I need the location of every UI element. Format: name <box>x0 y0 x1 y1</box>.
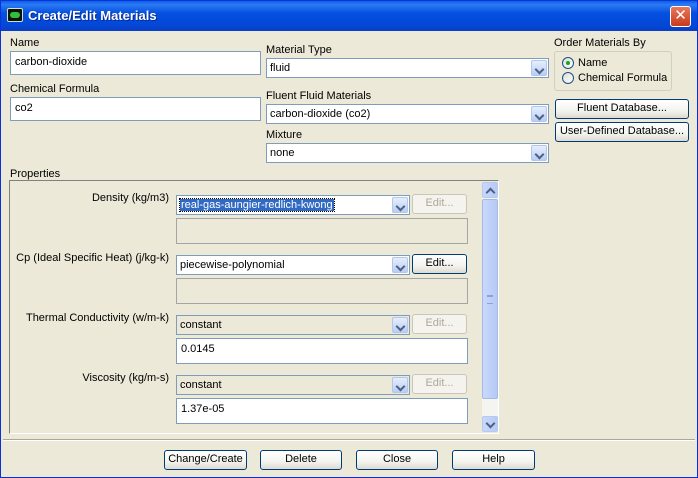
density-method-value: real-gas-aungier-redlich-kwong <box>179 198 335 212</box>
cp-value-field <box>176 278 468 304</box>
density-label: Density (kg/m3) <box>91 192 169 204</box>
fluent-fluid-materials-value: carbon-dioxide (co2) <box>270 108 371 120</box>
thermal-conductivity-edit-button[interactable]: Edit... <box>412 314 467 334</box>
viscosity-value-input[interactable]: 1.37e-05 <box>176 398 468 424</box>
close-window-button[interactable]: ✕ <box>670 6 691 27</box>
cp-edit-button[interactable]: Edit... <box>412 254 467 274</box>
scrollbar-thumb[interactable] <box>482 199 498 399</box>
thermal-conductivity-method-select[interactable]: constant <box>176 315 410 335</box>
materials-dialog: Create/Edit Materials ✕ Name carbon-diox… <box>0 0 698 478</box>
density-method-select[interactable]: real-gas-aungier-redlich-kwong <box>176 195 410 215</box>
chevron-down-icon[interactable] <box>531 106 547 122</box>
chevron-down-icon[interactable] <box>392 197 408 213</box>
viscosity-edit-button[interactable]: Edit... <box>412 374 467 394</box>
window-title: Create/Edit Materials <box>28 8 157 23</box>
name-label: Name <box>10 37 40 49</box>
thermal-conductivity-method-value: constant <box>180 319 222 331</box>
fluent-app-icon <box>7 8 23 22</box>
order-by-group <box>554 51 672 91</box>
properties-label: Properties <box>10 168 61 180</box>
material-type-label: Material Type <box>266 44 332 56</box>
thermal-conductivity-value-input[interactable]: 0.0145 <box>176 338 468 364</box>
material-type-select[interactable]: fluid <box>266 58 549 78</box>
scroll-up-arrow-icon[interactable] <box>482 182 498 198</box>
chevron-down-icon[interactable] <box>531 60 547 76</box>
viscosity-method-value: constant <box>180 379 222 391</box>
change-create-button[interactable]: Change/Create <box>164 450 247 470</box>
chevron-down-icon[interactable] <box>392 257 408 273</box>
order-by-name-radio[interactable] <box>562 57 574 69</box>
order-by-formula-label[interactable]: Chemical Formula <box>578 72 667 84</box>
cp-label: Cp (Ideal Specific Heat) (j/kg-k) <box>16 252 169 264</box>
density-value-field <box>176 218 468 244</box>
chevron-down-icon[interactable] <box>392 317 408 333</box>
order-by-formula-radio[interactable] <box>562 72 574 84</box>
properties-scrollbar[interactable] <box>482 182 498 432</box>
chevron-down-icon[interactable] <box>392 377 408 393</box>
chemical-formula-input[interactable]: co2 <box>10 97 261 121</box>
name-input[interactable]: carbon-dioxide <box>10 51 261 75</box>
order-by-label: Order Materials By <box>554 37 646 49</box>
scroll-down-arrow-icon[interactable] <box>482 416 498 432</box>
viscosity-label: Viscosity (kg/m-s) <box>82 372 169 384</box>
cp-method-value: piecewise-polynomial <box>180 259 285 271</box>
material-type-value: fluid <box>270 62 291 74</box>
fluent-fluid-materials-label: Fluent Fluid Materials <box>266 90 372 102</box>
mixture-value: none <box>270 147 295 159</box>
viscosity-method-select[interactable]: constant <box>176 375 410 395</box>
fluent-database-button[interactable]: Fluent Database... <box>555 99 689 119</box>
chevron-down-icon[interactable] <box>531 145 547 161</box>
help-button[interactable]: Help <box>452 450 535 470</box>
order-by-name-label[interactable]: Name <box>578 57 607 69</box>
density-edit-button[interactable]: Edit... <box>412 194 467 214</box>
fluent-fluid-materials-select[interactable]: carbon-dioxide (co2) <box>266 104 549 124</box>
mixture-label: Mixture <box>266 129 303 141</box>
thermal-conductivity-label: Thermal Conductivity (w/m-k) <box>25 312 169 324</box>
mixture-select[interactable]: none <box>266 143 549 163</box>
footer-divider <box>3 439 695 441</box>
delete-button[interactable]: Delete <box>260 450 342 470</box>
title-bar[interactable]: Create/Edit Materials ✕ <box>1 1 697 31</box>
close-button[interactable]: Close <box>356 450 438 470</box>
cp-method-select[interactable]: piecewise-polynomial <box>176 255 410 275</box>
chemical-formula-label: Chemical Formula <box>10 83 100 95</box>
user-defined-database-button[interactable]: User-Defined Database... <box>555 122 689 142</box>
